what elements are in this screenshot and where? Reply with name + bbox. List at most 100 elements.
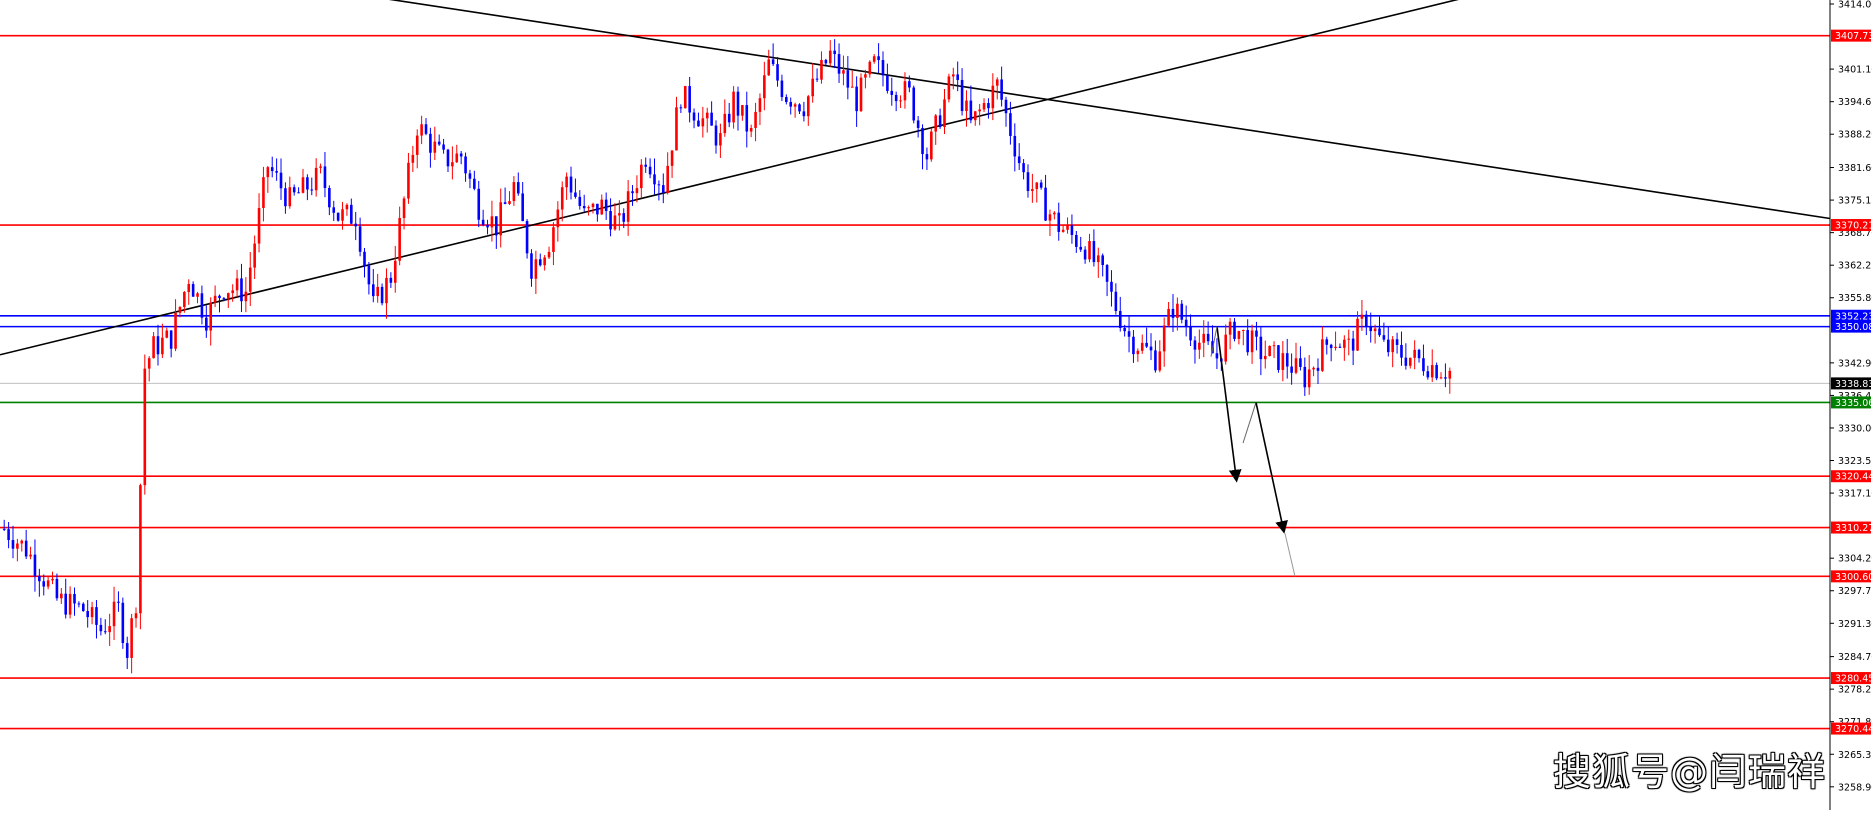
candle-body <box>73 593 76 604</box>
candle-body <box>679 107 683 109</box>
candle-body <box>51 578 54 581</box>
price-tag-label: 3335.06 <box>1835 398 1872 409</box>
candle-body <box>376 286 379 297</box>
candle-body <box>183 292 186 307</box>
axis-tick-label: 3388.20 <box>1838 130 1872 141</box>
candle-body <box>1035 182 1039 190</box>
axis-tick-label: 3258.90 <box>1838 782 1872 793</box>
candle-body <box>692 112 696 121</box>
candle-body <box>209 302 213 331</box>
candle-body <box>815 78 819 80</box>
candle-body <box>859 77 863 112</box>
candle-body <box>688 86 691 113</box>
candle-body <box>1154 350 1157 371</box>
candle-body <box>530 253 533 279</box>
candle-body <box>1285 353 1289 367</box>
candle-body <box>960 79 964 112</box>
candle-body <box>55 578 59 599</box>
axis-tick-label: 3297.75 <box>1838 586 1872 597</box>
candle-body <box>1281 353 1285 370</box>
candle-body <box>7 529 10 541</box>
candle-body <box>297 192 300 194</box>
candle-body <box>780 80 784 98</box>
candle-body <box>1391 339 1394 353</box>
candle-body <box>1356 318 1359 351</box>
candle-body <box>1338 346 1342 348</box>
candle-body <box>965 100 968 112</box>
candle-body <box>1299 358 1302 367</box>
candle-body <box>727 113 731 123</box>
candle-body <box>741 105 744 116</box>
axis-tick-label: 3401.10 <box>1838 65 1872 76</box>
candle-body <box>1228 321 1232 335</box>
candle-body <box>1241 329 1245 331</box>
candle-body <box>407 162 410 199</box>
candle-body <box>1435 365 1438 379</box>
candle-body <box>1444 377 1447 379</box>
candle-body <box>512 182 516 202</box>
candle-body <box>1294 358 1298 373</box>
candle-body <box>1193 340 1197 350</box>
candle-body <box>398 218 401 261</box>
candle-body <box>1382 335 1386 340</box>
candle-body <box>42 581 46 587</box>
candle-body <box>222 298 226 300</box>
axis-tick-label: 3355.80 <box>1838 293 1872 304</box>
candle-body <box>314 167 318 191</box>
candle-body <box>1360 314 1364 319</box>
candle-body <box>631 191 634 194</box>
candle-body <box>240 278 243 302</box>
candle-body <box>112 601 116 627</box>
candle-body <box>38 576 41 582</box>
candle-body <box>596 203 599 215</box>
candle-body <box>1395 339 1399 345</box>
candle-body <box>732 91 735 123</box>
candle-body <box>358 226 362 252</box>
candle-body <box>574 192 577 197</box>
candle-body <box>1404 357 1408 366</box>
candle-body <box>820 59 823 80</box>
candle-body <box>262 177 265 209</box>
candle-body <box>191 284 195 297</box>
axis-tick-label: 3381.60 <box>1838 163 1872 174</box>
candle-body <box>1369 326 1373 332</box>
candle-body <box>174 312 177 349</box>
candle-body <box>1386 339 1390 353</box>
candle-body <box>1272 345 1276 347</box>
candle-body <box>1039 182 1043 188</box>
candle-body <box>710 112 713 126</box>
candle-body <box>1448 370 1452 379</box>
candle-body <box>341 209 344 221</box>
candle-body <box>125 643 129 658</box>
candle-body <box>947 76 951 100</box>
candle-body <box>1255 330 1258 337</box>
candle-body <box>578 196 582 206</box>
candle-body <box>1162 325 1166 352</box>
candle-body <box>534 259 538 279</box>
candle-body <box>81 603 85 612</box>
candle-body <box>1351 338 1355 351</box>
candle-body <box>152 336 155 359</box>
candle-body <box>363 251 366 266</box>
candle-body <box>33 554 37 577</box>
candle-body <box>1070 225 1074 235</box>
candle-body <box>24 540 28 557</box>
candle-body <box>385 277 388 304</box>
candle-body <box>424 124 428 134</box>
candle-body <box>490 216 494 228</box>
candle-body <box>270 167 274 172</box>
candle-body <box>292 187 296 193</box>
candle-body <box>1325 339 1329 345</box>
candle-body <box>284 188 287 207</box>
candle-body <box>793 104 797 107</box>
candle-body <box>178 306 182 313</box>
candle-body <box>1079 246 1083 250</box>
candle-body <box>903 81 907 101</box>
candle-body <box>60 593 63 599</box>
candle-body <box>1202 333 1206 343</box>
candle-body <box>982 103 986 110</box>
candle-body <box>1329 344 1333 349</box>
axis-tick-label: 3394.65 <box>1838 97 1872 108</box>
candle-body <box>508 201 511 204</box>
candle-body <box>864 74 867 78</box>
